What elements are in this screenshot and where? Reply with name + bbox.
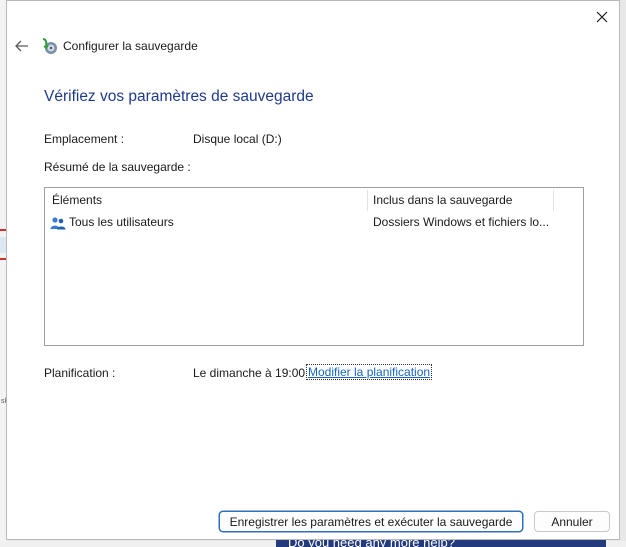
save-and-run-button[interactable]: Enregistrer les paramètres et exécuter l… — [219, 511, 523, 532]
schedule-value: Le dimanche à 19:00 — [193, 366, 306, 380]
column-divider[interactable] — [553, 190, 554, 211]
location-value: Disque local (D:) — [193, 132, 282, 146]
backup-summary-list[interactable]: Éléments Inclus dans la sauvegarde Tous … — [44, 187, 584, 346]
backup-dialog: Configurer la sauvegarde Vérifiez vos pa… — [6, 0, 620, 540]
back-button[interactable] — [13, 37, 31, 55]
row-item-name: Tous les utilisateurs — [69, 215, 174, 229]
table-row[interactable]: Tous les utilisateurs Dossiers Windows e… — [45, 213, 583, 233]
cancel-button[interactable]: Annuler — [534, 511, 610, 532]
users-icon — [50, 217, 66, 230]
summary-label: Résumé de la sauvegarde : — [44, 160, 191, 174]
back-arrow-icon — [15, 40, 28, 52]
close-button[interactable] — [591, 6, 613, 28]
page-heading: Vérifiez vos paramètres de sauvegarde — [44, 88, 314, 105]
location-label: Emplacement : — [44, 132, 125, 146]
window-title: Configurer la sauvegarde — [63, 39, 198, 53]
column-header-included[interactable]: Inclus dans la sauvegarde — [373, 188, 512, 212]
column-divider[interactable] — [367, 190, 368, 211]
backup-icon — [42, 38, 57, 54]
column-header-items[interactable]: Éléments — [52, 188, 102, 212]
schedule-label: Planification : — [44, 366, 116, 380]
close-icon — [596, 11, 608, 23]
row-included-value: Dossiers Windows et fichiers lo... — [373, 215, 550, 229]
change-schedule-link[interactable]: Modifier la planification — [306, 364, 433, 380]
